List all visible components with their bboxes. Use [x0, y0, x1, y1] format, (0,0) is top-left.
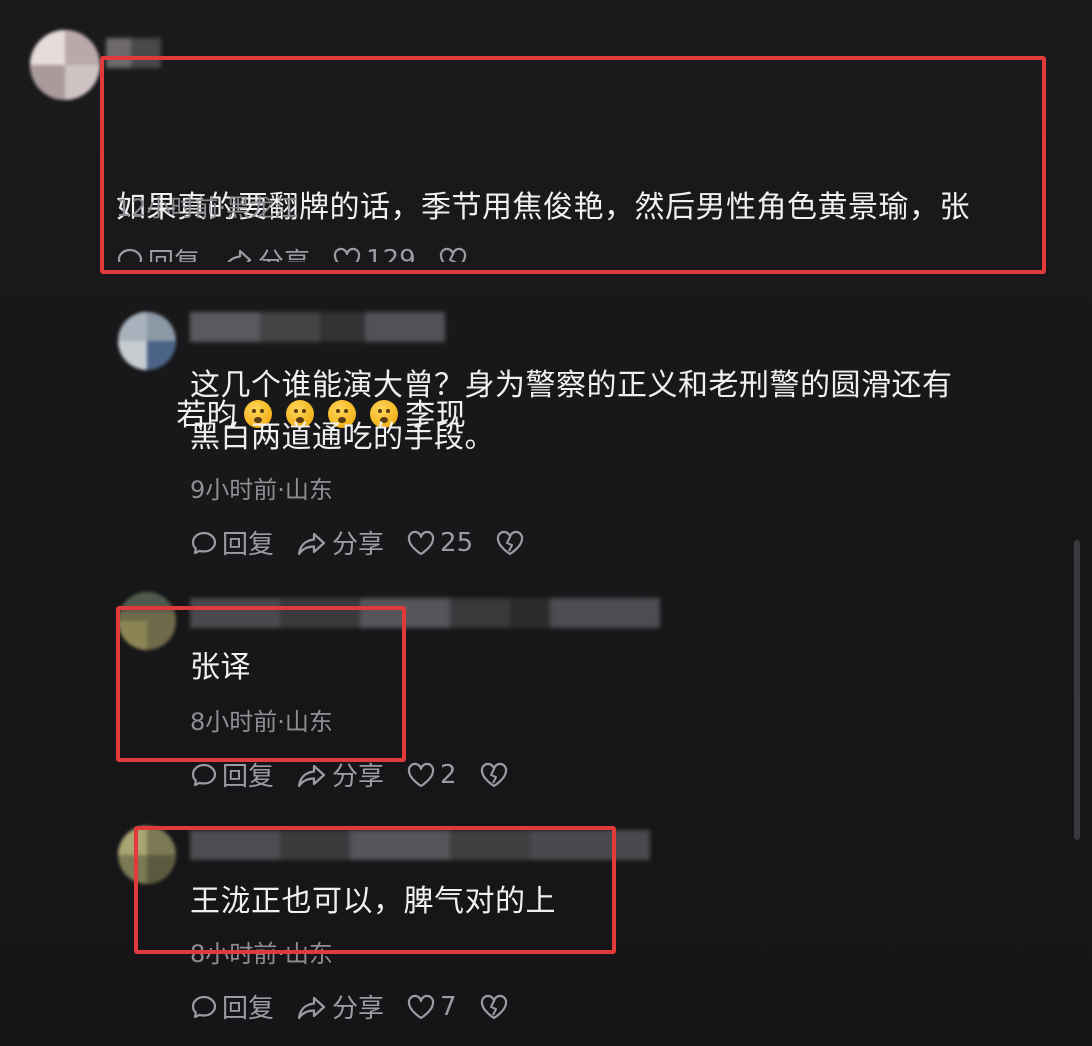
reply-label: 回复: [222, 530, 275, 560]
heart-icon: [407, 994, 435, 1019]
like-button[interactable]: 7: [406, 992, 457, 1022]
broken-heart-icon: [480, 762, 507, 787]
share-label: 分享: [332, 994, 385, 1024]
like-count: 25: [440, 527, 474, 558]
dislike-button[interactable]: [495, 529, 529, 557]
reply-bubble-icon: [191, 995, 217, 1018]
comment-actions: 回复 分享 25: [190, 524, 551, 561]
like-button[interactable]: 25: [406, 528, 473, 558]
avatar[interactable]: [118, 826, 176, 884]
share-label: 分享: [332, 762, 385, 792]
share-arrow-icon: [297, 996, 326, 1019]
like-count: 7: [440, 991, 457, 1022]
comment-actions: 回复 分享 2: [190, 756, 535, 793]
avatar[interactable]: [118, 312, 176, 370]
comment-actions: 回复 分享 7: [190, 988, 535, 1025]
broken-heart-icon: [497, 530, 524, 555]
avatar[interactable]: [30, 30, 100, 100]
reply-button[interactable]: 回复: [190, 988, 274, 1025]
comment-meta: 8小时前·山东: [190, 708, 333, 736]
reply-label: 回复: [222, 994, 275, 1024]
comment-meta: 12小时前·黑龙江: [116, 194, 299, 222]
comment-meta: 9小时前·山东: [190, 476, 333, 504]
scrollbar[interactable]: [1074, 540, 1080, 840]
share-arrow-icon: [297, 764, 326, 787]
reply-bubble-icon: [191, 763, 217, 786]
share-button[interactable]: 分享: [296, 524, 384, 561]
avatar[interactable]: [118, 592, 176, 650]
share-arrow-icon: [297, 532, 326, 555]
heart-icon: [407, 530, 435, 555]
reply-bubble-icon: [191, 531, 217, 554]
heart-icon: [407, 762, 435, 787]
comment-body: 这几个谁能演大曾？身为警察的正义和老刑警的圆滑还有 黑白两道通吃的手段。: [190, 368, 953, 455]
dislike-button[interactable]: [479, 761, 513, 789]
username-blurred[interactable]: [106, 38, 161, 68]
broken-heart-icon: [480, 994, 507, 1019]
like-count: 2: [440, 759, 457, 790]
username-blurred[interactable]: [190, 830, 650, 860]
comment-meta: 8小时前·山东: [190, 940, 333, 968]
dislike-button[interactable]: [479, 993, 513, 1021]
like-button[interactable]: 2: [406, 760, 457, 790]
username-blurred[interactable]: [190, 312, 445, 342]
share-label: 分享: [332, 530, 385, 560]
reply-button[interactable]: 回复: [190, 524, 274, 561]
username-blurred[interactable]: [190, 598, 660, 628]
reply-button[interactable]: 回复: [190, 756, 274, 793]
comment-body: 张译: [190, 650, 251, 685]
reply-label: 回复: [222, 762, 275, 792]
cutoff-mask: [100, 262, 1045, 278]
comment-body: 王泷正也可以，脾气对的上: [190, 884, 556, 919]
share-button[interactable]: 分享: [296, 756, 384, 793]
share-button[interactable]: 分享: [296, 988, 384, 1025]
comment-thread: 如果真的要翻牌的话，季节用焦俊艳，然后男性角色黄景瑜，张 若昀 李现 12小时前·…: [0, 0, 1092, 1046]
